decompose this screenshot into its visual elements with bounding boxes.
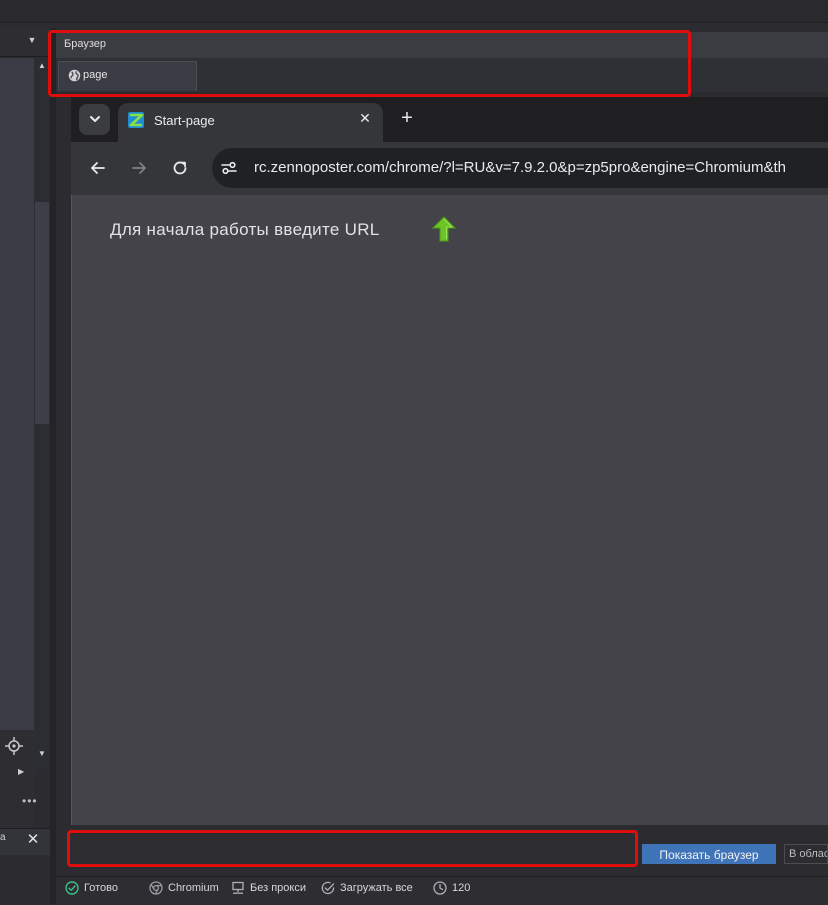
start-message: Для начала работы введите URL (110, 220, 380, 239)
left-panel-header (0, 28, 50, 57)
status-timeout[interactable]: 120 (433, 880, 470, 896)
tab-page-label: page (83, 69, 108, 81)
status-timeout-label: 120 (452, 882, 471, 894)
status-engine-label: Chromium (168, 882, 219, 894)
panel-splitter[interactable] (50, 28, 56, 904)
new-tab-plus-icon[interactable]: + (398, 108, 416, 128)
chromium-icon (149, 881, 163, 895)
scroll-down-arrow-icon[interactable]: ▼ (35, 748, 49, 760)
chrome-tab-title: Start-page (154, 113, 215, 128)
site-info-icon[interactable] (219, 158, 239, 178)
show-browser-button[interactable]: Показать браузер (642, 844, 776, 864)
crosshair-icon[interactable] (4, 736, 24, 756)
green-arrow-up-icon (432, 216, 456, 242)
zennoposter-favicon (128, 112, 144, 128)
url-input[interactable] (70, 833, 636, 865)
area-dropdown[interactable]: В облас (784, 844, 828, 864)
status-load[interactable]: Загружать все (321, 880, 413, 896)
network-icon (232, 881, 244, 894)
chevron-down-icon (90, 116, 100, 122)
status-ready-label: Готово (84, 882, 118, 894)
scroll-up-arrow-icon[interactable]: ▲ (35, 60, 49, 72)
address-bar-url[interactable]: rc.zennoposter.com/chrome/?l=RU&v=7.9.2.… (254, 159, 828, 176)
status-proxy[interactable]: Без прокси (231, 880, 306, 896)
left-corner-label: а (0, 832, 6, 843)
left-panel (0, 58, 34, 730)
status-engine[interactable]: Chromium (149, 880, 219, 896)
left-scrollbar-thumb[interactable] (35, 202, 49, 424)
reload-icon[interactable] (170, 158, 190, 178)
status-ready: Готово (65, 880, 118, 896)
check-badge-icon (321, 881, 335, 895)
expand-arrow-icon[interactable]: ▶ (18, 767, 26, 777)
app-top-strip (0, 0, 828, 23)
browser-panel-header (56, 32, 828, 58)
page-content (71, 195, 828, 825)
browser-panel-title: Браузер (64, 38, 106, 50)
close-icon[interactable]: ✕ (24, 831, 42, 849)
panel-dropdown-arrow-icon[interactable]: ▼ (26, 34, 38, 46)
left-bottom-filler (0, 856, 50, 904)
more-options-icon[interactable]: ••• (22, 795, 38, 807)
status-load-label: Загружать все (340, 882, 413, 894)
globe-icon (68, 69, 81, 82)
status-proxy-label: Без прокси (250, 882, 306, 894)
tab-close-icon[interactable]: ✕ (357, 110, 373, 126)
clock-icon (433, 881, 447, 895)
check-circle-icon (65, 881, 79, 895)
back-arrow-icon[interactable] (88, 158, 108, 178)
forward-arrow-icon[interactable] (129, 158, 149, 178)
